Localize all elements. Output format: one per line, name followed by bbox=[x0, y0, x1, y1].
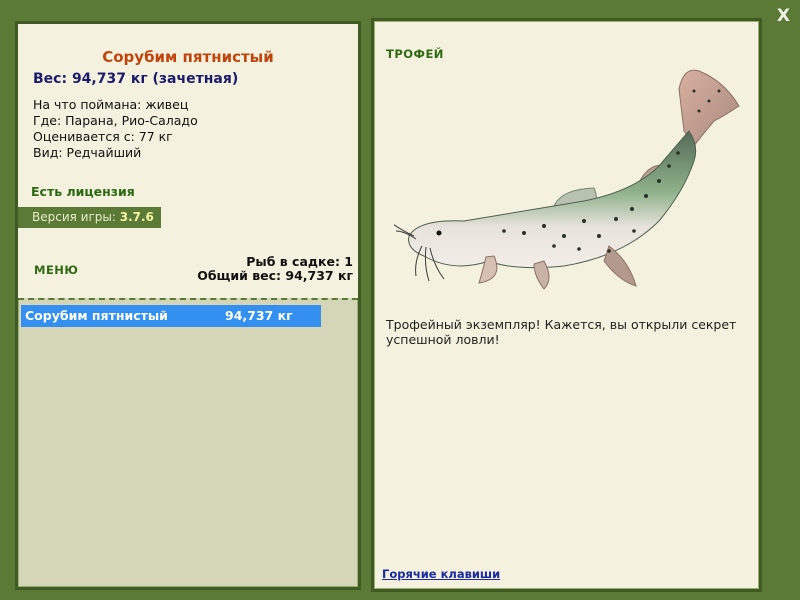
trophy-panel: ТРОФЕЙ Трофейный экземпляр! Кажется, вы … bbox=[371, 18, 762, 592]
catch-item-name: Сорубим пятнистый bbox=[25, 308, 168, 323]
fish-details: Сорубим пятнистый Вес: 94,737 кг (зачетн… bbox=[18, 24, 358, 298]
close-button[interactable]: X bbox=[777, 6, 790, 26]
version-value: 3.7.6 bbox=[119, 210, 154, 224]
fish-weight: Вес: 94,737 кг (зачетная) bbox=[33, 71, 239, 87]
license-status: Есть лицензия bbox=[31, 184, 135, 199]
catch-item-weight: 94,737 кг bbox=[225, 308, 293, 323]
version-label: Версия игры: bbox=[32, 210, 120, 224]
bait-info: На что поймана: живец bbox=[33, 97, 189, 112]
location-info: Где: Парана, Рио-Саладо bbox=[33, 113, 198, 128]
rarity-info: Вид: Редчайший bbox=[33, 145, 142, 160]
hotkeys-link[interactable]: Горячие клавиши bbox=[382, 567, 500, 581]
keepnet-total-weight: Общий вес: 94,737 кг bbox=[197, 268, 353, 283]
trophy-description: Трофейный экземпляр! Кажется, вы открыли… bbox=[386, 317, 737, 347]
fish-name-title: Сорубим пятнистый bbox=[102, 48, 274, 66]
catfish-image bbox=[394, 69, 740, 290]
catch-list-item[interactable]: Сорубим пятнистый 94,737 кг bbox=[21, 305, 321, 327]
fish-info-panel: Сорубим пятнистый Вес: 94,737 кг (зачетн… bbox=[15, 21, 361, 590]
rated-info: Оценивается с: 77 кг bbox=[33, 129, 173, 144]
divider bbox=[18, 298, 358, 300]
game-version: Версия игры: 3.7.6 bbox=[18, 207, 161, 228]
keepnet-count: Рыб в садке: 1 bbox=[246, 254, 353, 269]
menu-button[interactable]: МЕНЮ bbox=[34, 263, 78, 277]
trophy-label: ТРОФЕЙ bbox=[386, 47, 444, 61]
